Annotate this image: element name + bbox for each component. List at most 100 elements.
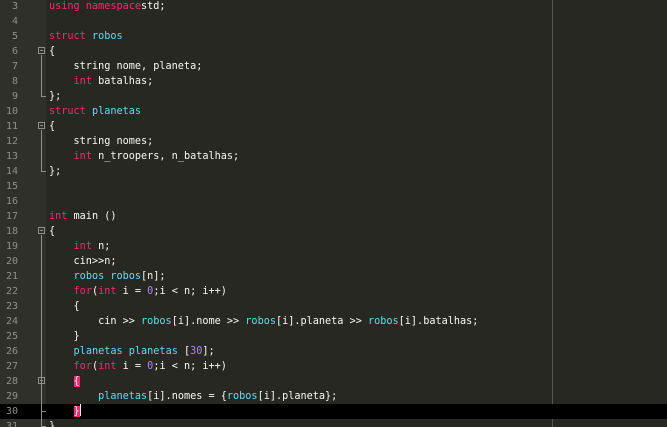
code-text[interactable]: string nomes; (49, 134, 154, 149)
fold-toggle-icon[interactable] (38, 47, 45, 54)
line-number: 22 (5, 286, 18, 297)
code-line[interactable]: 22 for(int i = 0;i < n; i++) (0, 284, 667, 299)
code-text[interactable]: struct planetas (49, 104, 141, 119)
line-number: 20 (5, 256, 18, 267)
line-number: 13 (5, 151, 18, 162)
code-token: main () (67, 211, 117, 222)
code-text[interactable]: { (49, 44, 55, 59)
code-token: std; (141, 1, 166, 12)
code-line[interactable]: 11 { (0, 119, 667, 134)
code-line[interactable]: 30 } (0, 404, 667, 419)
code-line[interactable]: 4 (0, 14, 667, 29)
code-token: 30 (190, 346, 203, 357)
code-token: string nomes; (49, 136, 154, 147)
code-line[interactable]: 19 int n; (0, 239, 667, 254)
code-token: cin>>n; (49, 256, 117, 267)
code-line[interactable]: 21 robos robos[n]; (0, 269, 667, 284)
code-token: ]; (202, 346, 215, 357)
code-text[interactable]: planetas planetas [30]; (49, 344, 215, 359)
code-text[interactable]: string nome, planeta; (49, 59, 203, 74)
code-token: }; (49, 166, 62, 177)
code-text[interactable]: for(int i = 0;i < n; i++) (49, 359, 227, 374)
line-number: 6 (11, 46, 18, 57)
code-token: string nome, planeta; (49, 61, 203, 72)
code-text[interactable]: robos robos[n]; (49, 269, 166, 284)
code-line[interactable]: 20 cin>>n; (0, 254, 667, 269)
code-line[interactable]: 7 string nome, planeta; (0, 59, 667, 74)
code-text[interactable]: int n; (49, 239, 111, 254)
code-token: cin >> (49, 316, 142, 327)
code-token: } (49, 331, 80, 342)
line-number: 25 (5, 331, 18, 342)
code-line[interactable]: 8 int batalhas; (0, 74, 667, 89)
code-line[interactable]: 15 (0, 179, 667, 194)
code-token: [n]; (141, 271, 166, 282)
code-line[interactable]: 31} (0, 419, 667, 427)
fold-end-marker (41, 419, 46, 427)
code-text[interactable]: { (49, 299, 80, 314)
code-line[interactable]: 12 string nomes; (0, 134, 667, 149)
line-number: 9 (11, 91, 18, 102)
code-text[interactable]: }; (49, 164, 61, 179)
code-text[interactable]: using namespacestd; (49, 0, 166, 14)
code-text[interactable]: for(int i = 0;i < n; i++) (49, 284, 227, 299)
code-text[interactable]: cin >> robos[i].nome >> robos[i].planeta… (49, 314, 478, 329)
line-number: 8 (11, 76, 18, 87)
code-line[interactable]: 9}; (0, 89, 667, 104)
code-token: planetas (91, 106, 142, 117)
line-number: 15 (5, 181, 18, 192)
code-line[interactable]: 10 struct planetas (0, 104, 667, 119)
code-text[interactable]: int n_troopers, n_batalhas; (49, 149, 240, 164)
code-token: int (98, 361, 117, 372)
code-token: { (49, 46, 56, 57)
code-text[interactable]: int batalhas; (49, 74, 154, 89)
code-line[interactable]: 27 for(int i = 0;i < n; i++) (0, 359, 667, 374)
code-token: struct (49, 106, 86, 117)
code-editor[interactable]: 3 using namespacestd; 4 5 struct robos 6{7 st… (0, 0, 667, 427)
code-token: [i].planeta >> (275, 316, 368, 327)
line-number: 28 (5, 376, 18, 387)
code-text[interactable]: struct robos (49, 29, 123, 44)
code-text[interactable]: } (49, 329, 80, 344)
code-token: { (49, 226, 56, 237)
fold-end-marker (41, 89, 46, 97)
code-token: int (49, 211, 68, 222)
code-text[interactable]: }; (49, 89, 61, 104)
fold-toggle-icon[interactable] (38, 227, 45, 234)
code-line[interactable]: 26 planetas planetas [30]; (0, 344, 667, 359)
code-text[interactable]: int main () (49, 209, 116, 224)
code-line[interactable]: 5 struct robos (0, 29, 667, 44)
code-line[interactable]: 29 planetas[i].nomes = {robos[i].planeta… (0, 389, 667, 404)
code-token: robos (226, 391, 258, 402)
code-line[interactable]: 6{ (0, 44, 667, 59)
code-line[interactable]: 14}; (0, 164, 667, 179)
code-text[interactable]: } (49, 404, 81, 419)
code-token: robos (73, 271, 105, 282)
code-line[interactable]: 23 { (0, 299, 667, 314)
code-text[interactable]: { (49, 119, 55, 134)
code-line[interactable]: 13 int n_troopers, n_batalhas; (0, 149, 667, 164)
code-line[interactable]: 16 (0, 194, 667, 209)
code-text[interactable]: } (49, 419, 55, 427)
code-text[interactable]: { (49, 374, 80, 389)
code-line[interactable]: 28 { (0, 374, 667, 389)
fold-toggle-icon[interactable] (38, 122, 45, 129)
code-token: [i].nome >> (171, 316, 246, 327)
code-token: ;i < n; i++) (153, 361, 227, 372)
code-token: [ (177, 346, 191, 357)
code-line[interactable]: 18 { (0, 224, 667, 239)
code-line[interactable]: 17 int main () (0, 209, 667, 224)
code-token: int (73, 151, 92, 162)
code-line[interactable]: 25 } (0, 329, 667, 344)
code-token: int (98, 286, 117, 297)
code-text[interactable]: { (49, 224, 55, 239)
code-line[interactable]: 24 cin >> robos[i].nome >> robos[i].plan… (0, 314, 667, 329)
code-text[interactable]: cin>>n; (49, 254, 117, 269)
code-line[interactable]: 3 using namespacestd; (0, 0, 667, 14)
line-number: 10 (5, 106, 18, 117)
code-text[interactable]: planetas[i].nomes = {robos[i].planeta}; (49, 389, 337, 404)
